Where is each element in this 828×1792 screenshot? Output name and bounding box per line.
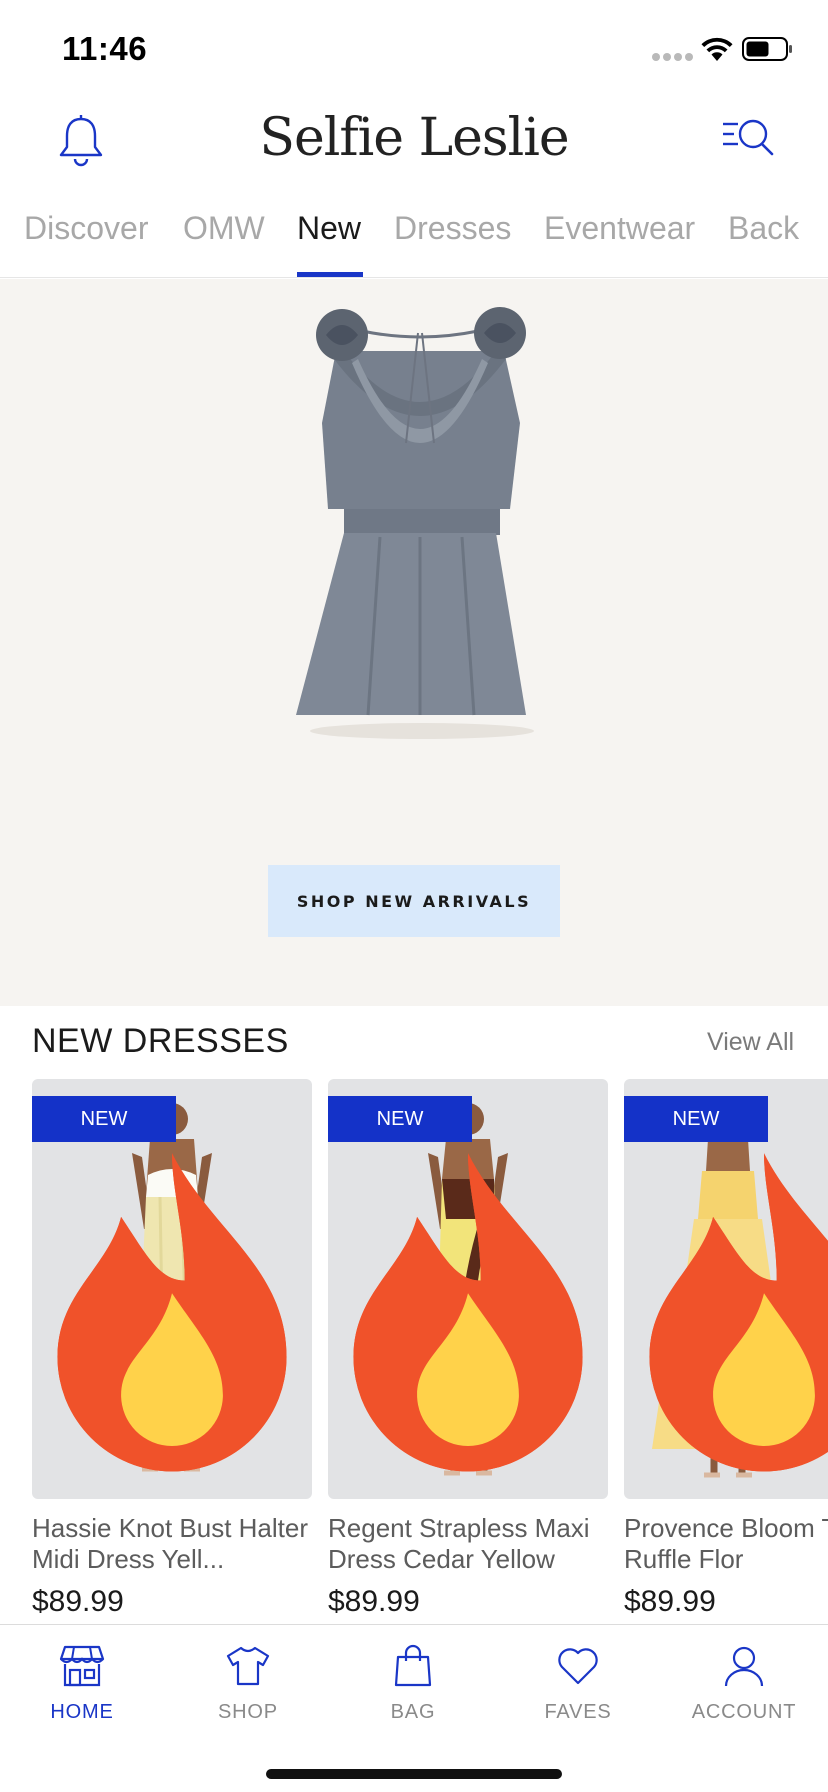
storefront-icon <box>59 1645 105 1687</box>
tab-dresses[interactable]: Dresses <box>394 210 511 247</box>
new-badge: NEW <box>328 1096 583 1472</box>
nav-bag[interactable]: BAG <box>343 1643 483 1724</box>
product-price: $89.99 <box>328 1585 420 1618</box>
nav-shop[interactable]: SHOP <box>178 1643 318 1724</box>
battery-icon <box>742 37 792 61</box>
hero-banner[interactable]: SHOP NEW ARRIVALS <box>0 279 828 1006</box>
fire-icon <box>649 1153 828 1472</box>
shopping-bag-icon <box>394 1644 432 1687</box>
product-carousel: NEW Hassie Knot Bust Halter Midi Dress Y… <box>0 1079 828 1624</box>
home-indicator[interactable] <box>266 1769 562 1779</box>
product-name[interactable]: Regent Strapless Maxi Dress Cedar Yellow <box>328 1513 618 1577</box>
bottom-tab-bar: HOME SHOP BAG FAVES ACCOUNT <box>0 1624 828 1792</box>
tab-eventwear[interactable]: Eventwear <box>544 210 695 247</box>
wifi-icon <box>701 37 733 61</box>
tab-back[interactable]: Back <box>728 210 799 247</box>
shop-new-arrivals-button[interactable]: SHOP NEW ARRIVALS <box>268 865 560 937</box>
category-tabs: Discover OMW New Dresses Eventwear Back <box>0 200 828 278</box>
product-name[interactable]: Provence Bloom Tiered Ruffle Flor <box>624 1513 828 1577</box>
product-name[interactable]: Hassie Knot Bust Halter Midi Dress Yell.… <box>32 1513 322 1577</box>
fire-icon <box>57 1153 287 1472</box>
status-time: 11:46 <box>62 30 148 67</box>
active-tab-indicator <box>297 272 363 277</box>
nav-faves-label: FAVES <box>544 1701 612 1723</box>
nav-account[interactable]: ACCOUNT <box>674 1643 814 1724</box>
tab-omw[interactable]: OMW <box>183 210 265 247</box>
app-header: Selfie Leslie <box>0 96 828 196</box>
heart-icon <box>558 1648 598 1685</box>
new-badge: NEW <box>624 1096 828 1472</box>
nav-shop-label: SHOP <box>218 1701 278 1723</box>
nav-bag-label: BAG <box>390 1701 436 1723</box>
product-image[interactable]: NEW <box>32 1079 312 1499</box>
tab-new[interactable]: New <box>297 210 361 247</box>
nav-home-label: HOME <box>50 1701 114 1723</box>
status-bar: 11:46 <box>0 0 828 96</box>
nav-account-label: ACCOUNT <box>691 1701 797 1723</box>
brand-logo[interactable]: Selfie Leslie <box>0 108 828 168</box>
product-price: $89.99 <box>32 1585 124 1618</box>
fire-icon <box>353 1153 583 1472</box>
hero-dress-image <box>296 307 534 739</box>
nav-faves[interactable]: FAVES <box>508 1643 648 1724</box>
product-image[interactable]: NEW <box>624 1079 828 1499</box>
search-menu-icon[interactable] <box>720 116 776 162</box>
view-all-link[interactable]: View All <box>707 1028 794 1057</box>
cellular-signal-icon <box>652 53 693 61</box>
product-image[interactable]: NEW <box>328 1079 608 1499</box>
nav-home[interactable]: HOME <box>12 1643 152 1724</box>
tab-discover[interactable]: Discover <box>24 210 148 247</box>
product-price: $89.99 <box>624 1585 716 1618</box>
user-icon <box>724 1646 764 1687</box>
new-badge: NEW <box>32 1096 287 1472</box>
tshirt-icon <box>226 1646 270 1686</box>
section-title: NEW DRESSES <box>32 1022 289 1060</box>
